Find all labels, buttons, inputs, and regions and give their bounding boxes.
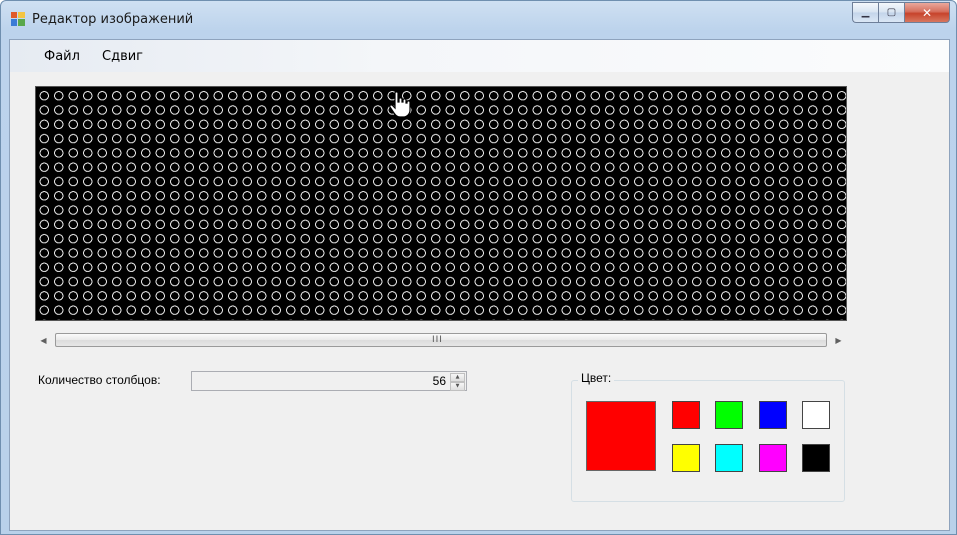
columns-count-stepper[interactable]: 56 ▲ ▼ bbox=[191, 371, 467, 391]
swatch-red[interactable] bbox=[672, 401, 700, 429]
scroll-left-icon[interactable]: ◀ bbox=[35, 332, 52, 349]
swatch-magenta[interactable] bbox=[759, 444, 787, 472]
swatch-black[interactable] bbox=[802, 444, 830, 472]
horizontal-scrollbar[interactable]: ◀ III ▶ bbox=[35, 332, 847, 349]
scroll-right-icon[interactable]: ▶ bbox=[830, 332, 847, 349]
maximize-button[interactable]: ▢ bbox=[878, 2, 904, 23]
menu-shift[interactable]: Сдвиг bbox=[102, 49, 143, 64]
swatch-green[interactable] bbox=[715, 401, 743, 429]
spin-down-icon[interactable]: ▼ bbox=[450, 382, 465, 391]
columns-count-value[interactable]: 56 bbox=[433, 374, 446, 388]
window-controls: ▁ ▢ ✕ bbox=[852, 2, 950, 23]
swatch-blue[interactable] bbox=[759, 401, 787, 429]
spin-up-icon[interactable]: ▲ bbox=[450, 373, 465, 382]
minimize-icon: ▁ bbox=[861, 7, 870, 18]
window-title: Редактор изображений bbox=[32, 12, 194, 27]
color-group-title: Цвет: bbox=[578, 371, 615, 385]
close-icon: ✕ bbox=[921, 5, 933, 20]
menu-file[interactable]: Файл bbox=[44, 49, 80, 64]
swatch-yellow[interactable] bbox=[672, 444, 700, 472]
maximize-icon: ▢ bbox=[886, 7, 897, 18]
scroll-thumb[interactable]: III bbox=[55, 333, 827, 347]
close-button[interactable]: ✕ bbox=[904, 2, 950, 23]
current-color-preview bbox=[586, 401, 656, 471]
hand-cursor-icon bbox=[389, 91, 411, 118]
led-matrix-canvas[interactable] bbox=[35, 86, 847, 321]
scroll-grip: III bbox=[432, 335, 443, 345]
swatch-cyan[interactable] bbox=[715, 444, 743, 472]
app-window: Редактор изображений ▁ ▢ ✕ Файл Сдвиг ◀ … bbox=[0, 0, 957, 535]
app-icon bbox=[11, 12, 25, 26]
swatch-white[interactable] bbox=[802, 401, 830, 429]
title-bar[interactable]: Редактор изображений ▁ ▢ ✕ bbox=[1, 1, 956, 39]
columns-count-label: Количество столбцов: bbox=[38, 373, 161, 387]
client-area: Файл Сдвиг ◀ III ▶ Количество столбцов: … bbox=[9, 39, 950, 531]
minimize-button[interactable]: ▁ bbox=[852, 2, 878, 23]
spin-buttons: ▲ ▼ bbox=[450, 373, 465, 391]
menu-bar: Файл Сдвиг bbox=[10, 40, 949, 72]
